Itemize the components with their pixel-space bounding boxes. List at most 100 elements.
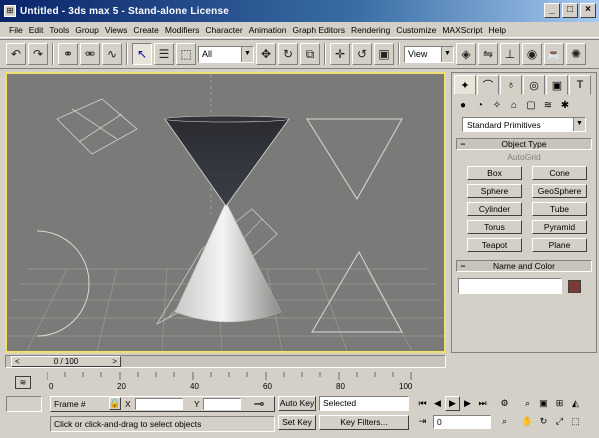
bind-space-warp-icon[interactable]: ∿ [102,43,122,65]
undo-icon[interactable]: ↶ [6,43,26,65]
set-key-button[interactable]: Set Key [278,415,316,430]
menu-create[interactable]: Create [130,25,162,35]
zoom-icon[interactable]: ⌕ [497,414,512,429]
torus-button[interactable]: Torus [467,220,522,234]
region-zoom-icon[interactable]: ⬚ [568,414,583,429]
prev-frame-icon[interactable]: < [15,357,20,366]
menu-graph-editors[interactable]: Graph Editors [290,25,348,35]
select-by-name-icon[interactable]: ☰ [154,43,174,65]
y-coord-input[interactable] [203,398,241,410]
close-button[interactable]: × [580,3,596,18]
link-icon[interactable]: ⚭ [58,43,78,65]
rotate-icon[interactable]: ↺ [352,43,372,65]
menu-help[interactable]: Help [486,25,509,35]
object-color-swatch[interactable] [568,279,581,293]
modify-tab-icon[interactable]: ⌒ [477,75,499,95]
select-rotate-icon[interactable]: ↻ [278,43,298,65]
auto-key-button[interactable]: Auto Key [278,396,316,411]
menu-animation[interactable]: Animation [246,25,290,35]
zoom-extents-all-icon[interactable]: ⊞ [552,396,567,411]
menu-rendering[interactable]: Rendering [348,25,393,35]
go-to-start-icon[interactable]: ⏮ [415,396,430,411]
next-frame-icon[interactable]: ▶ [460,396,475,411]
pivot-icon[interactable]: ◈ [456,43,476,65]
select-and-link-move-icon[interactable]: ✛ [330,43,350,65]
time-config-icon[interactable]: ⚙ [497,396,512,411]
primitive-type-dropdown[interactable]: Standard Primitives ▼ [462,117,586,132]
key-mode-dropdown[interactable]: Selected [319,396,409,411]
render-scene-icon[interactable]: ☕ [544,43,564,65]
current-frame-input[interactable]: 0 [433,415,491,429]
material-editor-icon[interactable]: ◉ [522,43,542,65]
minimize-button[interactable]: _ [544,3,560,18]
previous-frame-icon[interactable]: ◀ [430,396,445,411]
zoom-all-icon[interactable]: ⌕ [520,396,535,411]
menu-maxscript[interactable]: MAXScript [439,25,485,35]
lock-selection-icon[interactable]: 🔒 [109,397,121,410]
create-tab-icon[interactable]: ✦ [454,75,476,95]
min-max-toggle-icon[interactable]: ⤢ [552,414,567,429]
cameras-icon[interactable]: ⌂ [507,98,521,112]
mirror-icon[interactable]: ⇋ [478,43,498,65]
pan-icon[interactable]: ✋ [520,414,535,429]
listener-box[interactable] [6,396,42,412]
time-slider-thumb[interactable]: < 0 / 100 > [11,356,121,367]
menu-modifiers[interactable]: Modifiers [162,25,202,35]
menu-tools[interactable]: Tools [46,25,72,35]
select-move-icon[interactable]: ✥ [256,43,276,65]
time-slider[interactable]: < 0 / 100 > [5,355,446,368]
motion-tab-icon[interactable]: ◎ [523,75,545,95]
play-icon[interactable]: ▶ [445,396,460,411]
display-tab-icon[interactable]: ▣ [546,75,568,95]
quick-render-icon[interactable]: ✺ [566,43,586,65]
name-color-rollout[interactable]: − Name and Color [456,260,592,272]
key-mode-toggle-icon[interactable]: ⇥ [415,414,430,429]
shapes-icon[interactable]: ◔ [473,98,487,112]
cone-button[interactable]: Cone [532,166,587,180]
teapot-button[interactable]: Teapot [467,238,522,252]
rect-region-icon[interactable]: ⬚ [176,43,196,65]
mini-curve-editor-icon[interactable]: ≋ [15,376,31,389]
go-to-end-icon[interactable]: ⏭ [475,396,490,411]
space-warps-icon[interactable]: ≋ [541,98,555,112]
maximize-button[interactable]: □ [562,3,578,18]
select-object-icon[interactable]: ↖ [132,43,152,65]
redo-icon[interactable]: ↷ [28,43,48,65]
systems-icon[interactable]: ✱ [558,98,572,112]
menu-character[interactable]: Character [202,25,245,35]
lights-icon[interactable]: ✧ [490,98,504,112]
scale-icon[interactable]: ▣ [374,43,394,65]
object-name-input[interactable] [458,278,562,294]
field-of-view-icon[interactable]: ◭ [568,396,583,411]
next-frame-icon[interactable]: > [112,357,117,366]
max-app-icon[interactable]: ⊞ [4,5,16,17]
autogrid-checkbox[interactable]: AutoGrid [452,152,596,162]
geometry-icon[interactable]: ● [456,98,470,112]
object-type-rollout[interactable]: − Object Type [456,138,592,150]
geosphere-button[interactable]: GeoSphere [532,184,587,198]
menu-group[interactable]: Group [72,25,102,35]
box-button[interactable]: Box [467,166,522,180]
menu-file[interactable]: File [6,25,26,35]
pyramid-button[interactable]: Pyramid [532,220,587,234]
unlink-icon[interactable]: ⚮ [80,43,100,65]
perspective-viewport[interactable] [5,72,446,353]
sphere-button[interactable]: Sphere [467,184,522,198]
plane-button[interactable]: Plane [532,238,587,252]
zoom-extents-icon[interactable]: ▣ [536,396,551,411]
menu-views[interactable]: Views [102,25,131,35]
key-icon[interactable]: ⊸ [248,396,270,411]
arc-rotate-icon[interactable]: ↻ [536,414,551,429]
helpers-icon[interactable]: ▢ [524,98,538,112]
cylinder-button[interactable]: Cylinder [467,202,522,216]
menu-customize[interactable]: Customize [393,25,439,35]
frame-ruler[interactable]: 0 20 40 60 80 100 [47,372,412,392]
select-scale-icon[interactable]: ⧉ [300,43,320,65]
key-filters-button[interactable]: Key Filters... [319,415,409,430]
tube-button[interactable]: Tube [532,202,587,216]
coord-system-dropdown[interactable]: View ▼ [404,45,454,63]
selection-filter-dropdown[interactable]: All ▼ [198,45,254,63]
x-coord-input[interactable] [135,398,183,410]
align-icon[interactable]: ⊥ [500,43,520,65]
hierarchy-tab-icon[interactable]: ♁ [500,75,522,95]
